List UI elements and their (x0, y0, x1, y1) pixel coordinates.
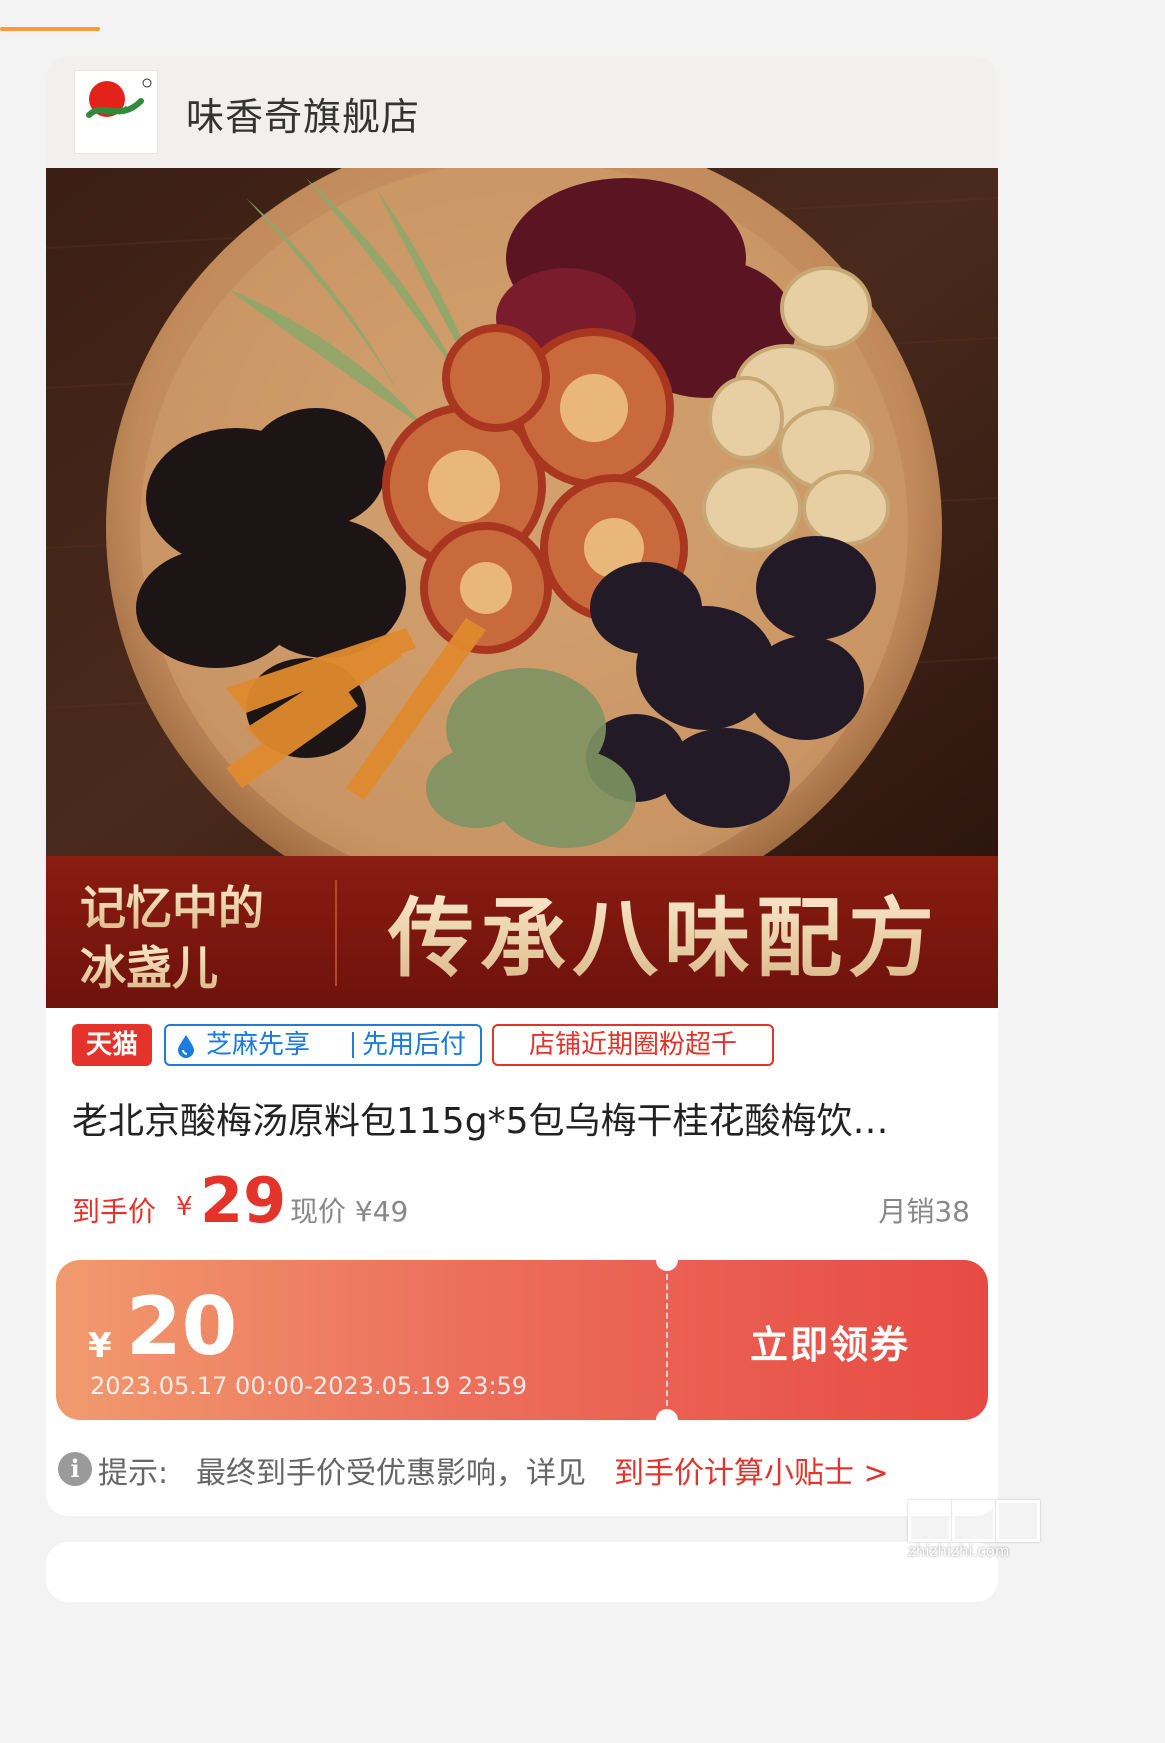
watermark-box-3 (996, 1500, 1040, 1542)
credit-tag-right: 先用后付 (362, 1030, 467, 1060)
tip-label: 提示: (98, 1456, 169, 1491)
tip-message: 最终到手价受优惠影响，详见 (196, 1456, 586, 1491)
banner-left-line1: 记忆中的 (80, 881, 264, 935)
final-price-label: 到手价 (72, 1195, 157, 1228)
store-header[interactable]: 味香奇旗舰店 (46, 56, 998, 168)
product-image[interactable]: 记忆中的 冰盏儿 传承八味配方 (46, 168, 998, 1008)
store-name[interactable]: 味香奇旗舰店 (186, 86, 420, 141)
monthly-sales: 月销38 (878, 1195, 970, 1228)
credit-tag-left: 芝麻先享 (206, 1030, 311, 1060)
claim-coupon-button[interactable]: 立即领券 (750, 1314, 910, 1369)
coupon-validity: 2023.05.17 00:00-2023.05.19 23:59 (90, 1372, 528, 1400)
tmall-tag: 天猫 (72, 1024, 152, 1066)
coupon-notch-top (656, 1260, 678, 1271)
shop-tag: 店铺近期圈粉超千 (492, 1024, 774, 1066)
coupon-notch-bottom (656, 1409, 678, 1420)
coupon-currency: ¥ (88, 1326, 112, 1366)
original-price: 现价 ¥49 (290, 1195, 409, 1228)
watermark-box-1 (908, 1500, 952, 1542)
price-tips-link[interactable]: 到手价计算小贴士 > (614, 1448, 889, 1492)
coupon-divider (666, 1274, 668, 1406)
price-row: 到手价 ¥ 29 现价 ¥49 月销38 (72, 1164, 972, 1237)
coupon-card[interactable]: ¥ 20 2023.05.17 00:00-2023.05.19 23:59 立… (56, 1260, 988, 1420)
final-price: 29 (200, 1164, 287, 1237)
coupon-amount: 20 (126, 1280, 238, 1373)
store-logo (74, 70, 158, 154)
next-card-edge (46, 1542, 998, 1602)
watermark-text: zhizhizhi.com (908, 1542, 1010, 1560)
watermark: zhizhizhi.com (908, 1500, 1040, 1560)
banner-headline: 传承八味配方 (387, 888, 940, 989)
top-accent-bar (0, 27, 100, 31)
credit-tag-divider (352, 1032, 354, 1058)
water-drop-icon (178, 1035, 194, 1058)
credit-tag: 芝麻先享 先用后付 (164, 1024, 482, 1066)
product-card[interactable]: 味香奇旗舰店 记忆中的 冰盏儿 传承八味配方 天猫 芝麻先享 先用后付 店铺近期… (46, 56, 998, 1516)
watermark-box-2 (952, 1500, 996, 1542)
product-title[interactable]: 老北京酸梅汤原料包115g*5包乌梅干桂花酸梅饮… (72, 1092, 972, 1144)
banner-left-line2: 冰盏儿 (80, 941, 218, 995)
store-logo-graphic (81, 78, 152, 147)
final-price-currency: ¥ (176, 1192, 193, 1222)
info-icon: i (58, 1452, 92, 1486)
